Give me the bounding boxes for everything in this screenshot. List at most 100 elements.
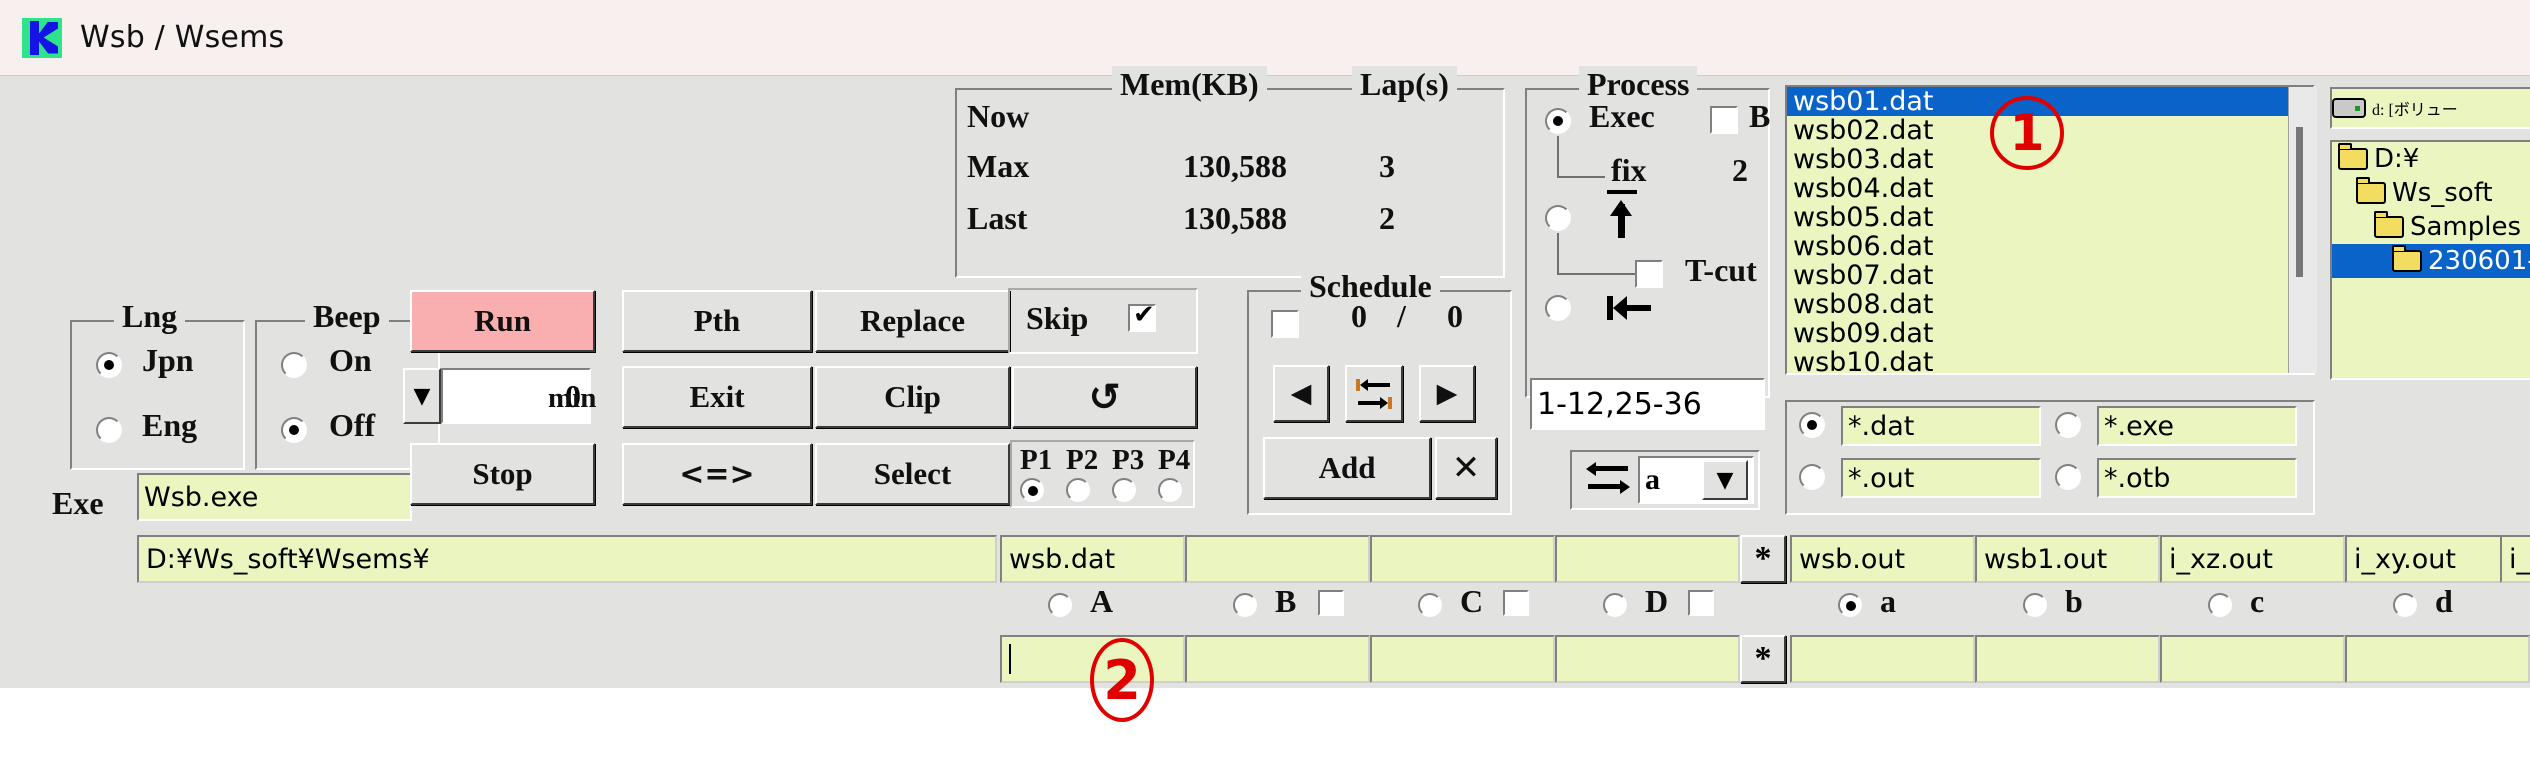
output-cell2-c[interactable]	[2160, 635, 2345, 683]
swap-button[interactable]: <=>	[622, 443, 812, 505]
label-lng-eng: Eng	[142, 407, 198, 443]
input-cell2-b[interactable]	[1185, 635, 1370, 683]
list-item[interactable]: wsb08.dat	[1787, 290, 2313, 319]
drive-selector[interactable]: d: [ボリュー	[2330, 87, 2530, 129]
tree-node-label: 230601-w	[2428, 246, 2530, 276]
output-cell-e[interactable]: i_	[2500, 535, 2530, 583]
radio-beep-on[interactable]	[281, 352, 307, 378]
list-item[interactable]: wsb05.dat	[1787, 203, 2313, 232]
title-bar: Wsb / Wsems	[0, 0, 2530, 76]
output-cell-c[interactable]: i_xz.out	[2160, 535, 2345, 583]
tree-node[interactable]: Ws_soft	[2332, 176, 2530, 210]
input-cell2-d[interactable]	[1555, 635, 1740, 683]
radio-output-d[interactable]	[2393, 593, 2417, 617]
schedule-prev-button[interactable]: ◀	[1273, 365, 1329, 422]
replace-button[interactable]: Replace	[815, 290, 1010, 352]
timer-spinner-down-button[interactable]: ▼	[403, 368, 441, 424]
schedule-delete-button[interactable]: ✕	[1435, 437, 1497, 499]
lap-row-max-value: 3	[1379, 148, 1395, 184]
input-cell-d[interactable]	[1555, 535, 1740, 583]
refresh-button[interactable]: ↺	[1012, 366, 1197, 428]
radio-ext-exe[interactable]	[2055, 412, 2081, 438]
list-item[interactable]: wsb09.dat	[1787, 319, 2313, 348]
skip-label: Skip	[1026, 300, 1089, 336]
output-cell2-b[interactable]	[1975, 635, 2160, 683]
checkbox-input-d[interactable]	[1688, 590, 1714, 616]
swap-arrows-icon[interactable]	[1586, 462, 1630, 498]
beep-group-label: Beep	[305, 298, 389, 335]
run-button[interactable]: Run	[410, 290, 595, 352]
mem-row-max-value: 130,588	[1183, 148, 1287, 184]
radio-process-up[interactable]	[1545, 205, 1571, 231]
input-ext-otb[interactable]: *.otb	[2097, 458, 2297, 498]
checkbox-input-c[interactable]	[1503, 590, 1529, 616]
radio-ext-dat[interactable]	[1799, 412, 1825, 438]
radio-input-b[interactable]	[1233, 593, 1257, 617]
checkbox-input-b[interactable]	[1318, 590, 1344, 616]
exe-input[interactable]: Wsb.exe	[137, 473, 412, 521]
label-output-a: a	[1880, 583, 1896, 619]
pth-button[interactable]: Pth	[622, 290, 812, 352]
tree-node[interactable]: 230601-w	[2332, 244, 2530, 278]
output-cell2-d[interactable]	[2345, 635, 2530, 683]
scrollbar-thumb[interactable]	[2296, 127, 2303, 277]
tree-node[interactable]: Samples	[2332, 210, 2530, 244]
file-listbox-scrollbar[interactable]	[2288, 87, 2317, 373]
input-ext-dat[interactable]: *.dat	[1841, 406, 2041, 446]
input-ext-out[interactable]: *.out	[1841, 458, 2041, 498]
value-process-fix: 2	[1732, 152, 1748, 188]
radio-output-b[interactable]	[2023, 593, 2047, 617]
radio-preset-p2[interactable]	[1066, 478, 1090, 502]
radio-input-d[interactable]	[1603, 593, 1627, 617]
radio-input-c[interactable]	[1418, 593, 1442, 617]
clip-button[interactable]: Clip	[815, 366, 1010, 428]
list-item[interactable]: wsb07.dat	[1787, 261, 2313, 290]
input-cell2-c[interactable]	[1370, 635, 1555, 683]
output-cell-a[interactable]: wsb.out	[1790, 535, 1975, 583]
directory-tree[interactable]: D:¥ Ws_soft Samples 230601-w	[2330, 140, 2530, 380]
schedule-add-button[interactable]: Add	[1263, 437, 1431, 499]
radio-ext-out[interactable]	[1799, 464, 1825, 490]
radio-preset-p3[interactable]	[1112, 478, 1136, 502]
checkbox-skip[interactable]	[1128, 300, 1156, 332]
text-cursor	[1009, 644, 1011, 674]
label-process-fix: fix	[1611, 152, 1647, 188]
stop-button[interactable]: Stop	[410, 443, 595, 505]
output-cell2-a[interactable]	[1790, 635, 1975, 683]
input-star-button-2[interactable]: *	[1740, 635, 1786, 683]
radio-lng-jpn[interactable]	[96, 352, 122, 378]
radio-process-exec[interactable]	[1545, 108, 1571, 134]
exit-button[interactable]: Exit	[622, 366, 812, 428]
label-input-b: B	[1275, 583, 1297, 619]
path-input[interactable]: D:¥Ws_soft¥Wsems¥	[137, 535, 997, 583]
swap-combo-dropdown-arrow[interactable]: ▼	[1702, 460, 1748, 500]
radio-lng-eng[interactable]	[96, 417, 122, 443]
schedule-swap-button[interactable]	[1345, 365, 1403, 422]
input-ext-exe[interactable]: *.exe	[2097, 406, 2297, 446]
radio-input-a[interactable]	[1048, 593, 1072, 617]
radio-beep-off[interactable]	[281, 417, 307, 443]
radio-preset-p1[interactable]	[1020, 478, 1044, 502]
exe-label: Exe	[52, 485, 104, 521]
list-item[interactable]: wsb10.dat	[1787, 348, 2313, 373]
list-item[interactable]: wsb06.dat	[1787, 232, 2313, 261]
checkbox-process-tcut[interactable]	[1635, 260, 1663, 288]
radio-process-rewind[interactable]	[1545, 295, 1571, 321]
radio-preset-p4[interactable]	[1158, 478, 1182, 502]
output-cell-b[interactable]: wsb1.out	[1975, 535, 2160, 583]
input-cell-c[interactable]	[1370, 535, 1555, 583]
tree-node[interactable]: D:¥	[2332, 142, 2530, 176]
input-star-button[interactable]: *	[1740, 535, 1786, 583]
checkbox-process-b[interactable]	[1710, 106, 1738, 134]
radio-output-a[interactable]	[1838, 593, 1862, 617]
timer-unit-label: min	[548, 382, 597, 414]
process-range-input[interactable]: 1-12,25-36	[1530, 378, 1765, 430]
input-cell-a[interactable]: wsb.dat	[1000, 535, 1185, 583]
radio-ext-otb[interactable]	[2055, 464, 2081, 490]
list-item[interactable]: wsb04.dat	[1787, 174, 2313, 203]
checkbox-schedule-enable[interactable]	[1271, 310, 1299, 338]
radio-output-c[interactable]	[2208, 593, 2232, 617]
select-button[interactable]: Select	[815, 443, 1010, 505]
input-cell-b[interactable]	[1185, 535, 1370, 583]
schedule-next-button[interactable]: ▶	[1419, 365, 1475, 422]
